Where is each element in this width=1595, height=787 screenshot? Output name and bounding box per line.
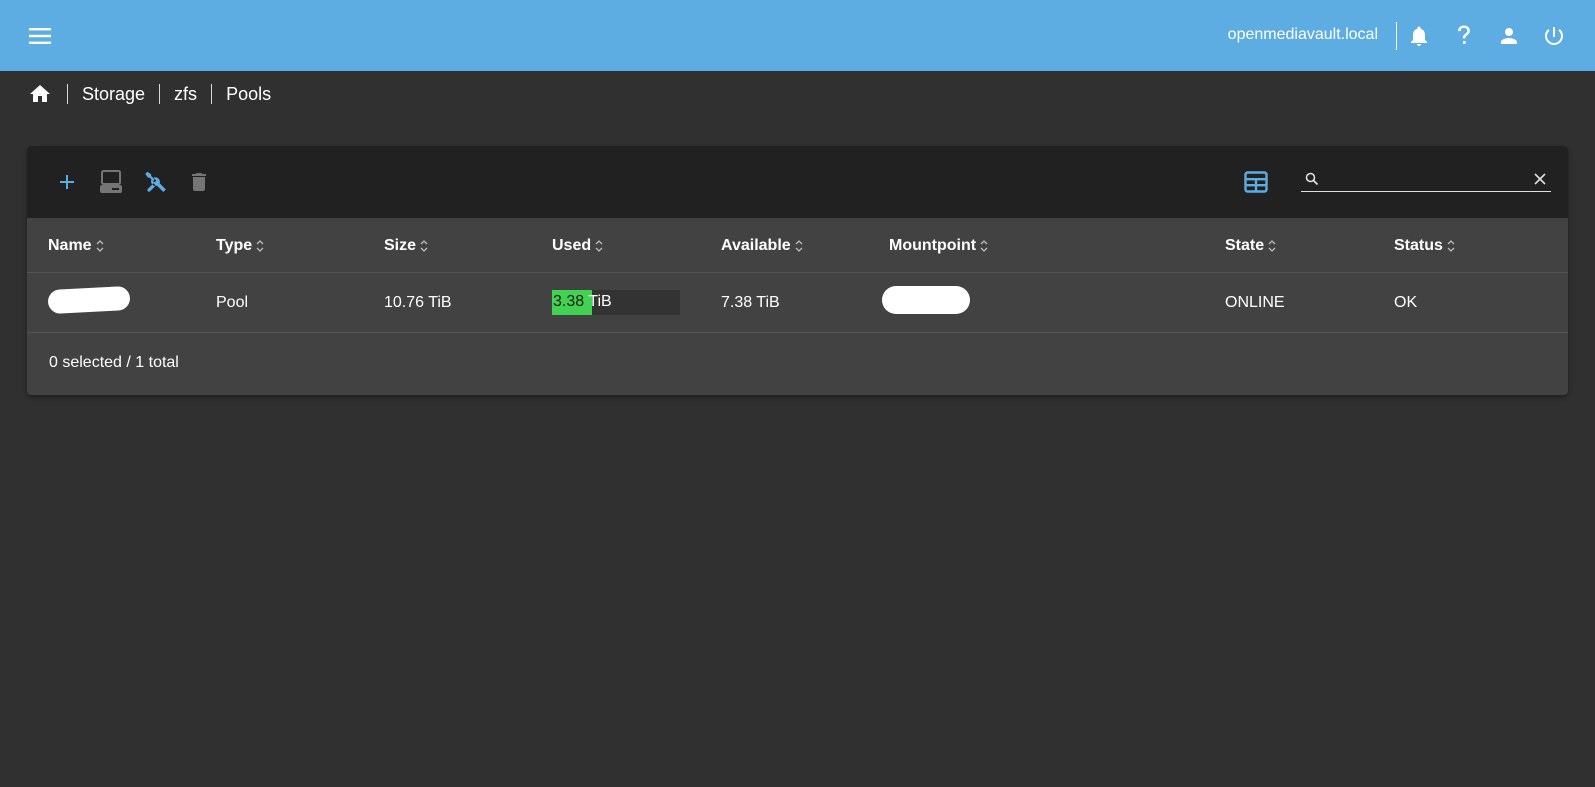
breadcrumb-zfs[interactable]: zfs: [174, 84, 197, 105]
column-header-type[interactable]: Type: [216, 237, 264, 255]
sort-icon: [980, 240, 988, 252]
breadcrumb-storage[interactable]: Storage: [82, 84, 145, 105]
selection-summary: 0 selected / 1 total: [49, 354, 179, 371]
breadcrumb-pools: Pools: [226, 83, 272, 104]
divider: [1396, 22, 1397, 50]
cell-size: 10.76 TiB: [384, 294, 452, 311]
table-row[interactable]: Pool 10.76 TiB 3.38 TiB 7.38 TiB ONLINE …: [27, 273, 1568, 333]
table-layout-icon[interactable]: [1242, 168, 1270, 196]
column-header-size[interactable]: Size: [384, 237, 428, 255]
used-number: 3.38: [553, 293, 585, 310]
breadcrumb: Storage zfs Pools: [27, 82, 271, 106]
column-header-status[interactable]: Status: [1394, 237, 1455, 255]
column-label: Available: [721, 237, 791, 254]
cell-state: ONLINE: [1225, 294, 1285, 311]
cell-status: OK: [1394, 294, 1418, 311]
monitor-icon[interactable]: [97, 168, 125, 196]
search-icon: [1305, 172, 1319, 186]
column-label: Mountpoint: [889, 237, 977, 254]
home-icon[interactable]: [27, 82, 53, 106]
close-icon[interactable]: [1533, 172, 1547, 186]
hostname: openmediavault.local: [1227, 26, 1378, 43]
plus-icon[interactable]: [53, 168, 81, 196]
column-label: Size: [384, 237, 417, 254]
column-label: Type: [216, 237, 253, 254]
used-unit: TiB: [584, 293, 612, 310]
used-value: 3.38 TiB: [553, 293, 612, 311]
menu-icon[interactable]: [27, 24, 55, 48]
column-header-mountpoint[interactable]: Mountpoint: [889, 237, 988, 255]
bell-icon[interactable]: [1405, 22, 1433, 50]
tools-icon[interactable]: [141, 168, 169, 196]
sort-icon: [795, 240, 803, 252]
search-field: [1301, 168, 1551, 192]
help-icon[interactable]: [1450, 22, 1478, 50]
cell-available: 7.38 TiB: [721, 294, 780, 311]
column-label: Used: [552, 237, 592, 254]
sort-icon: [420, 240, 428, 252]
breadcrumb-separator: [67, 84, 68, 104]
column-header-used[interactable]: Used: [552, 237, 603, 255]
top-bar: openmediavault.local: [0, 0, 1595, 71]
column-label: State: [1225, 237, 1265, 254]
used-progress-bar: 3.38 TiB: [552, 290, 680, 315]
column-label: Name: [48, 237, 92, 254]
search-input[interactable]: [1325, 168, 1525, 190]
power-icon[interactable]: [1540, 22, 1568, 50]
column-label: Status: [1394, 237, 1443, 254]
sort-icon: [256, 240, 264, 252]
table-header: Name Type Size Used Available Mountpoint…: [27, 218, 1568, 273]
sort-icon: [595, 240, 603, 252]
cell-type: Pool: [216, 294, 249, 311]
sort-icon: [96, 240, 104, 252]
redacted-name: [47, 285, 131, 315]
sort-icon: [1447, 240, 1455, 252]
column-header-state[interactable]: State: [1225, 237, 1276, 255]
redacted-mountpoint: [882, 286, 970, 314]
column-header-name[interactable]: Name: [48, 237, 104, 255]
breadcrumb-separator: [211, 84, 213, 104]
trash-icon[interactable]: [185, 168, 213, 196]
user-icon[interactable]: [1495, 22, 1523, 50]
toolbar: [27, 146, 1568, 218]
pools-panel: Name Type Size Used Available Mountpoint…: [27, 146, 1568, 395]
column-header-available[interactable]: Available: [721, 237, 803, 255]
sort-icon: [1268, 240, 1276, 252]
breadcrumb-separator: [159, 84, 161, 104]
